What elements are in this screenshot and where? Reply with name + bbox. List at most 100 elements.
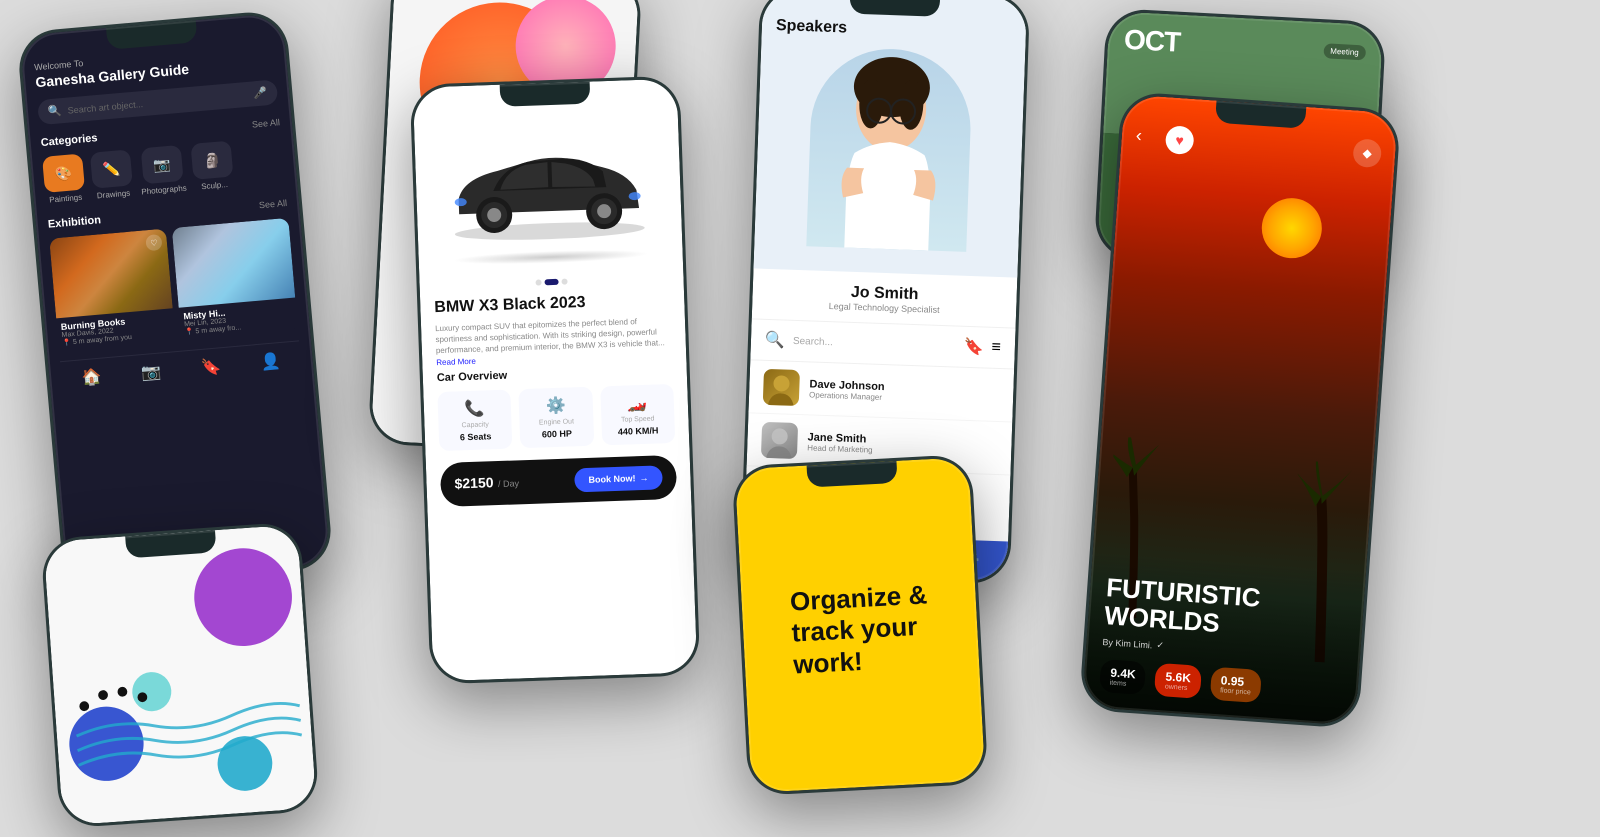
cat-label-sculpt: Sculp... (201, 180, 228, 191)
engine-icon: ⚙️ (546, 395, 567, 416)
organize-screen: Organize &track yourwork! (735, 457, 986, 793)
abstract-bg (43, 524, 316, 825)
mic-icon: 🎤 (253, 86, 268, 100)
fw-back-icon[interactable]: ‹ (1135, 125, 1142, 146)
car-price-display: $2150 / Day (454, 473, 519, 493)
fw-author-text: By Kim Limi. (1102, 636, 1153, 649)
car-title: BMW X3 Black 2023 (434, 291, 670, 317)
avatar-dave (763, 369, 800, 406)
spec-engine: ⚙️ Engine Out 600 HP (519, 386, 594, 448)
paintings-icon: 🎨 (42, 154, 85, 193)
futuristic-bg: ‹ ♥ ◆ FUTURISTICWORLDS By Kim Limi. ✓ 9.… (1082, 94, 1398, 726)
abstract-svg (43, 524, 316, 825)
spec-label-capacity: Capacity (461, 421, 488, 429)
cat-sculpt[interactable]: 🗿 Sculp... (191, 141, 235, 192)
cat-drawings[interactable]: ✏️ Drawings (90, 149, 134, 200)
car-booking-bar: $2150 / Day Book Now! → (440, 455, 677, 507)
exhibit-grid: ♡ Burning Books Max Davis, 2022 📍 5 m aw… (49, 218, 298, 351)
scene: Welcome To Ganesha Gallery Guide 🔍 Searc… (0, 0, 1600, 837)
spec-capacity: 📞 Capacity 6 Seats (437, 389, 512, 451)
nav-bookmark-icon[interactable]: 🔖 (200, 356, 222, 378)
exhibit-burning-books[interactable]: ♡ Burning Books Max Davis, 2022 📍 5 m aw… (49, 229, 175, 352)
exhibition-see-all[interactable]: See All (259, 198, 288, 212)
fw-stat-floor: 0.95 floor price (1209, 667, 1262, 703)
categories-see-all[interactable]: See All (252, 117, 281, 129)
book-now-button[interactable]: Book Now! → (574, 465, 663, 492)
spec-label-engine: Engine Out (539, 418, 574, 426)
cat-photographs[interactable]: 📷 Photographs (138, 145, 187, 197)
search-icon-speakers: 🔍 (765, 330, 786, 351)
nav-profile-icon[interactable]: 👤 (260, 351, 282, 373)
cat-paintings[interactable]: 🎨 Paintings (42, 154, 86, 205)
avatar-jane (761, 422, 798, 459)
spec-value-capacity: 6 Seats (460, 431, 492, 442)
organize-text: Organize &track yourwork! (789, 580, 931, 681)
fw-favorite-button[interactable]: ♥ (1165, 125, 1195, 155)
fw-overlay: FUTURISTICWORLDS By Kim Limi. ✓ 9.4K ite… (1082, 552, 1366, 726)
speakers-title: Speakers (776, 17, 1012, 43)
speaker-name-area: Jo Smith Legal Technology Specialist (752, 268, 1018, 328)
dot-2 (544, 279, 558, 285)
filter-icon-speakers[interactable]: ≡ (991, 339, 1001, 357)
car-display (428, 107, 669, 275)
fw-owners-label: owners (1165, 683, 1191, 692)
futuristic-screen: ‹ ♥ ◆ FUTURISTICWORLDS By Kim Limi. ✓ 9.… (1082, 94, 1398, 726)
fw-stat-items: 9.4K items (1099, 659, 1147, 695)
car-price-unit: / Day (498, 478, 519, 489)
car-price: $2150 (454, 474, 493, 491)
bookmark-icon-speakers[interactable]: 🔖 (963, 337, 984, 358)
speaker-dave[interactable]: Dave Johnson Operations Manager (748, 360, 1014, 422)
dot-3 (561, 279, 567, 285)
fw-stat-owners: 5.6K owners (1154, 663, 1202, 699)
fw-sun (1259, 196, 1323, 260)
fw-verified-icon: ✓ (1156, 640, 1164, 651)
car-desc: Luxury compact SUV that epitomizes the p… (435, 315, 672, 368)
car-specs: 📞 Capacity 6 Seats ⚙️ Engine Out 600 HP … (437, 384, 675, 451)
fw-ethereum-icon[interactable]: ◆ (1352, 138, 1382, 168)
exhibit-img-1: ♡ (49, 229, 173, 319)
capacity-icon: 📞 (464, 398, 485, 419)
read-more-link[interactable]: Read More (436, 356, 476, 366)
nav-camera-icon[interactable]: 📷 (140, 362, 162, 384)
cat-label-drawings: Drawings (97, 189, 131, 201)
car-image (436, 127, 660, 255)
spec-label-speed: Top Speed (621, 415, 655, 423)
favorite-icon-1[interactable]: ♡ (145, 234, 162, 251)
fw-floor-label: floor price (1220, 687, 1251, 696)
category-icons: 🎨 Paintings ✏️ Drawings 📷 Photographs 🗿 … (42, 136, 285, 205)
photographs-icon: 📷 (140, 145, 183, 184)
car-overview-label: Car Overview (437, 364, 673, 384)
cat-label-photos: Photographs (141, 184, 187, 197)
fw-stats: 9.4K items 5.6K owners 0.95 floor price (1099, 659, 1343, 709)
speaker-person-svg (806, 46, 973, 251)
exhibit-misty-hi[interactable]: Misty Hi... Mei Lin, 2023 📍 5 m away fro… (172, 218, 298, 341)
exhibit-img-2 (172, 218, 296, 308)
cal-top-row: OCT Meeting (1123, 24, 1366, 69)
cat-label-paintings: Paintings (49, 193, 83, 205)
exhibition-label: Exhibition (47, 214, 101, 231)
jane-info: Jane Smith Head of Marketing (807, 431, 998, 459)
car-indicator (434, 275, 670, 289)
cal-meeting-badge: Meeting (1323, 43, 1366, 60)
search-icon: 🔍 (48, 104, 63, 118)
phone-organize: Organize &track yourwork! (732, 454, 989, 796)
search-input-mock: Search... (793, 335, 956, 352)
gallery-screen: Welcome To Ganesha Gallery Guide 🔍 Searc… (19, 13, 330, 588)
spec-value-speed: 440 KM/H (618, 425, 659, 436)
sculpt-icon: 🗿 (191, 141, 234, 180)
phone-gallery: Welcome To Ganesha Gallery Guide 🔍 Searc… (16, 9, 334, 590)
phone-abstract (40, 521, 320, 828)
nav-home-icon[interactable]: 🏠 (81, 367, 103, 389)
phone-bmw: BMW X3 Black 2023 Luxury compact SUV tha… (410, 75, 701, 684)
fw-title: FUTURISTICWORLDS (1103, 573, 1348, 647)
dot-1 (535, 279, 541, 285)
book-label: Book Now! (588, 473, 635, 485)
abstract-screen (43, 524, 316, 825)
notch-3 (500, 82, 591, 107)
bmw-screen: BMW X3 Black 2023 Luxury compact SUV tha… (413, 79, 698, 682)
spec-speed: 🏎️ Top Speed 440 KM/H (600, 384, 675, 446)
spec-value-engine: 600 HP (542, 428, 572, 439)
phone-futuristic: ‹ ♥ ◆ FUTURISTICWORLDS By Kim Limi. ✓ 9.… (1079, 91, 1402, 729)
search-placeholder-speakers: Search... (793, 335, 833, 347)
drawings-icon: ✏️ (90, 149, 133, 188)
